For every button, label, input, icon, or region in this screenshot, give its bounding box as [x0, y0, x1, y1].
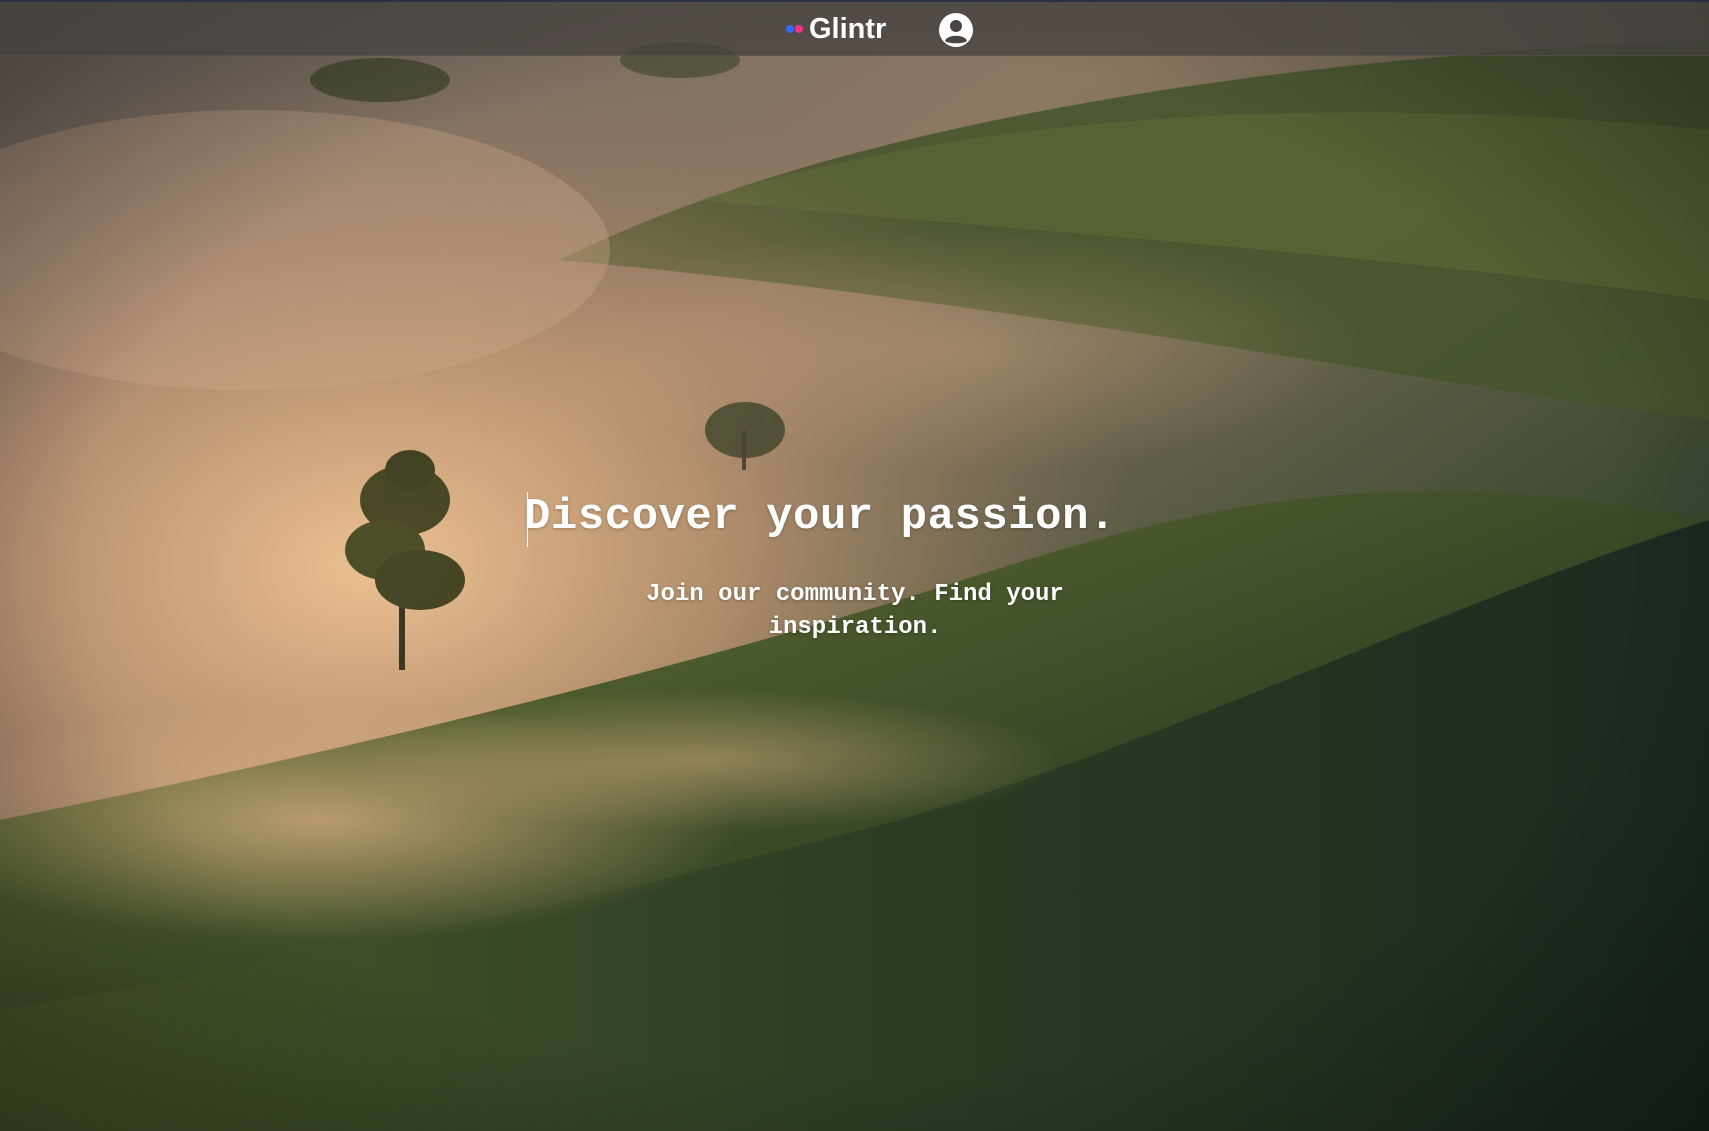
logo-link[interactable]: Glintr: [786, 10, 886, 48]
user-circle-icon: [939, 13, 973, 47]
landing-page: Glintr Discover your passion. Join our c…: [0, 0, 1709, 1131]
user-account-button[interactable]: [937, 11, 975, 49]
top-navigation-bar: Glintr: [0, 0, 1709, 56]
logo-mark-icon: [786, 25, 803, 33]
logo-text: Glintr: [809, 12, 887, 45]
logo-dot-blue: [786, 25, 794, 33]
hero-background-image: [0, 0, 1709, 1131]
logo-dot-pink: [795, 25, 803, 33]
